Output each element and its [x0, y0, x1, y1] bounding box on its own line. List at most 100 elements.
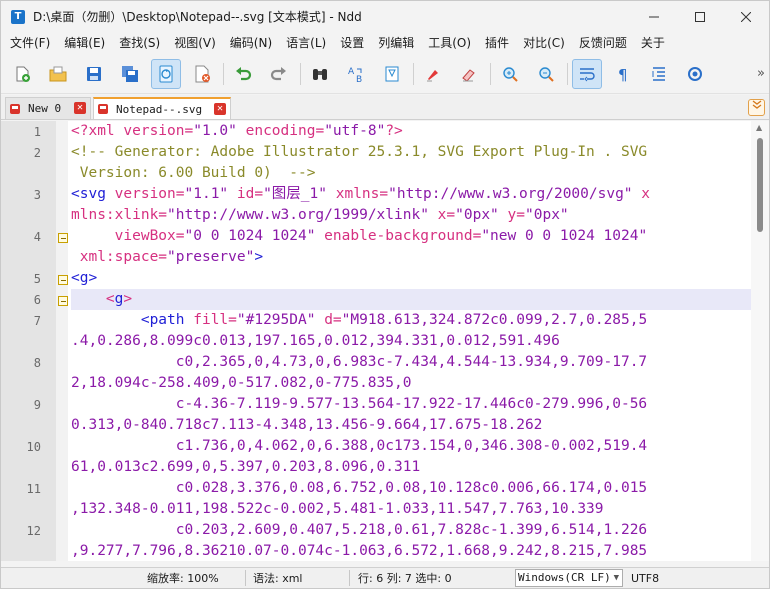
line-number: 8: [33, 356, 41, 370]
menu-column-edit[interactable]: 列编辑: [371, 32, 421, 54]
highlight-marker-icon: [427, 69, 438, 81]
preferences-button[interactable]: [680, 59, 710, 89]
line-number: 2: [33, 146, 41, 160]
code-editor[interactable]: 1 2 3 4 5 6 7 8 9 10 11 12 <?xml version…: [1, 121, 769, 561]
close-icon: [741, 11, 751, 22]
zoom-in-button[interactable]: [495, 59, 525, 89]
code-line: 2,18.094c-258.409,0-517.082,0-775.835,0: [71, 375, 412, 391]
redo-button[interactable]: [264, 59, 294, 89]
minimize-button[interactable]: [631, 1, 677, 32]
tab-list-dropdown-button[interactable]: [748, 99, 765, 116]
tab-new-0[interactable]: New 0 ✕: [5, 97, 91, 119]
bookmark-icon: [385, 66, 399, 81]
menu-settings[interactable]: 设置: [333, 32, 371, 54]
code-line: <path fill="#1295DA" d="M918.613,324.872…: [71, 310, 751, 331]
maximize-button[interactable]: [677, 1, 723, 32]
bookmark-button[interactable]: [377, 59, 407, 89]
code-token: >: [123, 291, 133, 307]
clear-highlight-button[interactable]: [454, 59, 484, 89]
file-tab-icon: [10, 103, 20, 114]
scrollbar-thumb[interactable]: [757, 138, 763, 232]
replace-button[interactable]: AB: [341, 59, 371, 89]
new-file-button[interactable]: [7, 59, 37, 89]
toolbar-overflow-button[interactable]: »: [757, 66, 765, 81]
close-window-button[interactable]: [723, 1, 769, 32]
save-all-button[interactable]: [115, 59, 145, 89]
maximize-icon: [695, 11, 705, 22]
code-line: 0.313,0-840.718c7.113-4.348,13.456-9.664…: [71, 417, 543, 433]
word-wrap-icon: [580, 67, 595, 81]
code-text-area[interactable]: <?xml version="1.0" encoding="utf-8"?> <…: [71, 121, 751, 561]
zoom-in-icon: [503, 66, 518, 82]
code-token: version=: [105, 186, 185, 202]
menu-about[interactable]: 关于: [634, 32, 672, 54]
menu-search[interactable]: 查找(S): [112, 32, 167, 54]
tab-bar: New 0 ✕ Notepad--.svg ✕: [1, 95, 769, 120]
scroll-up-arrow-icon[interactable]: ▲: [756, 123, 762, 132]
line-number: 11: [26, 482, 41, 496]
line-number: 3: [33, 188, 41, 202]
code-token: fill=: [184, 312, 237, 328]
code-token: enable-background=: [315, 228, 482, 244]
show-symbols-button[interactable]: ¶: [608, 59, 638, 89]
code-line: <g>: [71, 270, 98, 286]
title-bar: T D:\桌面（勿删）\Desktop\Notepad--.svg [文本模式]…: [1, 1, 769, 32]
code-token: id=: [228, 186, 264, 202]
line-ending-select[interactable]: Windows(CR LF) ▼: [515, 569, 623, 587]
code-line: c0.028,3.376,0.08,6.752,0.08,10.128c0.00…: [71, 480, 648, 496]
find-binoculars-icon: [313, 68, 327, 80]
menu-tools[interactable]: 工具(O): [421, 32, 478, 54]
tab-notepad-svg[interactable]: Notepad--.svg ✕: [93, 97, 231, 119]
code-token: "http://www.w3.org/2000/svg": [388, 186, 633, 202]
zoom-out-icon: [539, 66, 554, 82]
fold-toggle[interactable]: [58, 275, 68, 285]
code-token: "http://www.w3.org/1999/xlink": [167, 207, 429, 223]
code-token: <svg: [71, 186, 106, 202]
tab-label: New 0: [28, 102, 62, 115]
indent-guide-button[interactable]: [644, 59, 674, 89]
zoom-out-button[interactable]: [531, 59, 561, 89]
tab-close-button[interactable]: ✕: [214, 103, 226, 115]
toolbar-separator: [567, 62, 568, 85]
code-token: d=: [315, 312, 342, 328]
encoding-status: UTF8: [631, 572, 660, 585]
menu-feedback[interactable]: 反馈问题: [572, 32, 634, 54]
code-token: "M918.613,324.872c0.099,2.7,0.285,5: [341, 312, 648, 328]
code-token: "0px": [525, 207, 569, 223]
tab-close-button[interactable]: ✕: [74, 102, 86, 114]
menu-compare[interactable]: 对比(C): [516, 32, 572, 54]
menu-file[interactable]: 文件(F): [3, 32, 57, 54]
word-wrap-button[interactable]: [572, 58, 602, 89]
menu-language[interactable]: 语言(L): [279, 32, 333, 54]
code-token: >: [254, 249, 264, 265]
vertical-scrollbar[interactable]: ▲: [751, 121, 769, 561]
open-folder-icon: [49, 66, 67, 81]
highlight-button[interactable]: [418, 59, 448, 89]
status-divider: [245, 570, 246, 586]
menu-view[interactable]: 视图(V): [167, 32, 223, 54]
close-file-button[interactable]: [187, 59, 217, 89]
code-line: .4,0.286,8.099c0.013,197.165,0.012,394.3…: [71, 333, 560, 349]
file-sync-button[interactable]: [151, 58, 181, 89]
menu-encoding[interactable]: 编码(N): [223, 32, 279, 54]
fold-toggle[interactable]: [58, 296, 68, 306]
code-line: Version: 6.00 Build 0) -->: [71, 165, 316, 181]
code-token: ?>: [385, 123, 403, 139]
menu-edit[interactable]: 编辑(E): [57, 32, 112, 54]
menu-bar: 文件(F) 编辑(E) 查找(S) 视图(V) 编码(N) 语言(L) 设置 列…: [1, 32, 769, 54]
fold-toggle[interactable]: [58, 233, 68, 243]
find-button[interactable]: [305, 59, 335, 89]
chevron-double-down-icon: [752, 100, 761, 109]
save-button[interactable]: [79, 59, 109, 89]
code-token: mlns:xlink=: [71, 207, 168, 223]
redo-icon: [270, 66, 286, 80]
svg-text:A: A: [348, 67, 355, 77]
line-number: 1: [33, 125, 41, 139]
undo-button[interactable]: [228, 59, 258, 89]
app-window: T D:\桌面（勿删）\Desktop\Notepad--.svg [文本模式]…: [0, 0, 770, 589]
settings-circle-icon: [688, 66, 702, 81]
code-line: ,132.348-0.011,198.522c-0.002,5.481-1.03…: [71, 501, 604, 517]
open-file-button[interactable]: [43, 59, 73, 89]
menu-plugins[interactable]: 插件: [478, 32, 516, 54]
